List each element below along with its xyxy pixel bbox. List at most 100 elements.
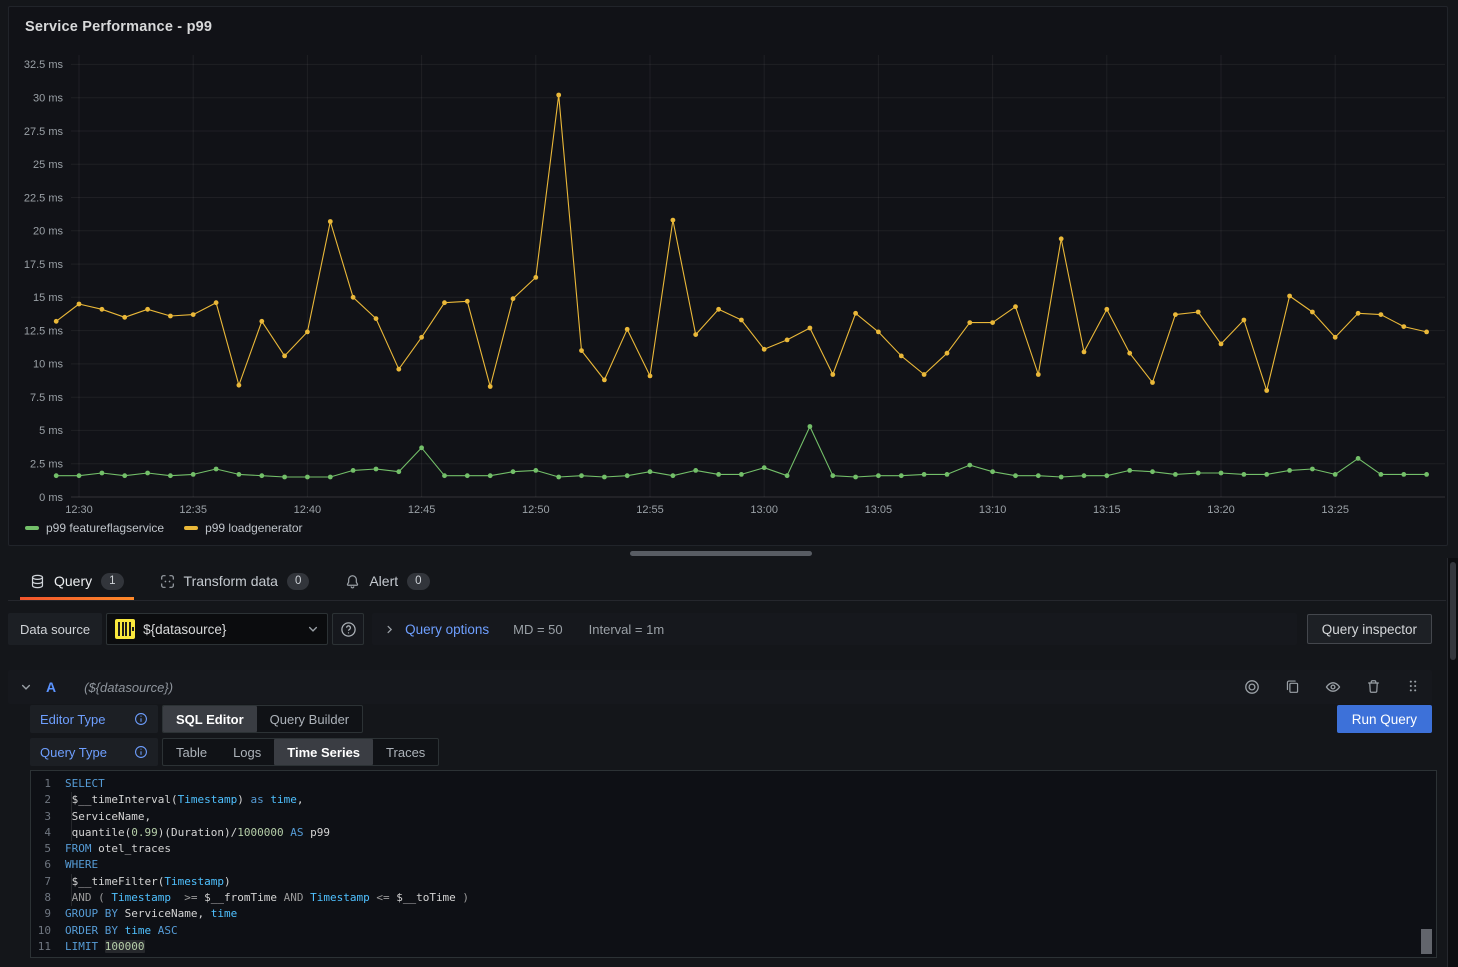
line-number: 8 <box>31 890 65 906</box>
horizontal-scrollbar-thumb[interactable] <box>630 551 812 556</box>
timeseries-chart[interactable]: 0 ms2.5 ms5 ms7.5 ms10 ms12.5 ms15 ms17.… <box>9 41 1449 519</box>
svg-text:22.5 ms: 22.5 ms <box>24 192 64 204</box>
code-line: 4 quantile(0.99)(Duration)/1000000 AS p9… <box>31 825 1436 841</box>
svg-text:13:00: 13:00 <box>750 504 778 516</box>
clickhouse-logo-icon <box>115 619 135 639</box>
tab-count-badge: 0 <box>287 573 309 590</box>
svg-text:30 ms: 30 ms <box>33 93 63 105</box>
query-option-summary-item: MD = 50 <box>513 622 563 637</box>
transform-icon <box>160 574 175 589</box>
tab-label: Query <box>54 573 92 589</box>
code-line: 5FROM otel_traces <box>31 841 1436 857</box>
line-number: 1 <box>31 776 65 792</box>
datasource-row: Data source ${datasource} Query options … <box>8 613 1432 645</box>
svg-text:12:35: 12:35 <box>179 504 207 516</box>
code-line: 10ORDER BY time ASC <box>31 923 1436 939</box>
code-line: 11LIMIT 100000 <box>31 939 1436 955</box>
svg-text:25 ms: 25 ms <box>33 159 63 171</box>
tab-alert[interactable]: Alert 0 <box>335 562 439 600</box>
panel-title: Service Performance - p99 <box>25 19 212 35</box>
editor-type-option-query-builder[interactable]: Query Builder <box>257 706 362 732</box>
chevron-down-icon[interactable] <box>20 681 32 693</box>
tabs-bar: Query 1 Transform data 0 Alert 0 <box>8 562 1446 601</box>
run-query-button[interactable]: Run Query <box>1337 705 1432 733</box>
query-type-row: Query Type TableLogsTime SeriesTraces <box>30 738 439 766</box>
query-type-option-table[interactable]: Table <box>163 739 220 765</box>
code-line: 7 $__timeFilter(Timestamp) <box>31 874 1436 890</box>
copy-icon[interactable] <box>1285 679 1300 695</box>
svg-text:2.5 ms: 2.5 ms <box>30 459 64 471</box>
tab-label: Alert <box>369 573 398 589</box>
svg-text:15 ms: 15 ms <box>33 292 63 304</box>
line-number: 2 <box>31 792 65 808</box>
svg-text:12:55: 12:55 <box>636 504 664 516</box>
svg-text:32.5 ms: 32.5 ms <box>24 59 64 71</box>
line-number: 10 <box>31 923 65 939</box>
svg-text:10 ms: 10 ms <box>33 359 63 371</box>
svg-text:12:40: 12:40 <box>294 504 322 516</box>
tab-query[interactable]: Query 1 <box>20 562 134 600</box>
editor-type-group: SQL EditorQuery Builder <box>162 705 363 733</box>
trash-icon[interactable] <box>1366 679 1381 695</box>
query-ref-id[interactable]: A <box>46 679 56 695</box>
line-number: 5 <box>31 841 65 857</box>
bell-icon <box>345 574 360 589</box>
code-line: 2 $__timeInterval(Timestamp) as time, <box>31 792 1436 808</box>
editor-type-label: Editor Type <box>30 705 158 733</box>
legend-item[interactable]: p99 featureflagservice <box>25 521 164 535</box>
code-line: 6WHERE <box>31 857 1436 873</box>
code-line: 8 AND ( Timestamp >= $__fromTime AND Tim… <box>31 890 1436 906</box>
legend-series-swatch <box>184 526 198 530</box>
chevron-right-icon[interactable] <box>384 624 395 635</box>
query-type-option-traces[interactable]: Traces <box>373 739 438 765</box>
chart-legend: p99 featureflagservice p99 loadgenerator <box>25 521 303 535</box>
eye-icon[interactable] <box>1325 679 1341 695</box>
line-number: 7 <box>31 874 65 890</box>
chevron-down-icon <box>307 623 319 635</box>
query-datasource-hint: (${datasource}) <box>84 680 173 695</box>
legend-series-label: p99 loadgenerator <box>205 521 302 535</box>
legend-series-swatch <box>25 526 39 530</box>
editor-type-option-sql-editor[interactable]: SQL Editor <box>163 706 257 732</box>
datasource-help-button[interactable] <box>332 613 364 645</box>
query-actions <box>1244 679 1420 695</box>
query-options-strip: Query options MD = 50 Interval = 1m <box>372 613 1297 645</box>
info-circle-icon[interactable] <box>134 745 148 759</box>
query-type-option-logs[interactable]: Logs <box>220 739 274 765</box>
vertical-scrollbar[interactable] <box>1447 558 1458 967</box>
line-number: 11 <box>31 939 65 955</box>
question-circle-icon <box>340 621 357 638</box>
query-options-toggle[interactable]: Query options <box>405 622 489 637</box>
svg-text:5 ms: 5 ms <box>39 425 63 437</box>
query-type-option-time-series[interactable]: Time Series <box>274 739 373 765</box>
database-icon <box>30 574 45 589</box>
svg-text:13:05: 13:05 <box>865 504 893 516</box>
legend-item[interactable]: p99 loadgenerator <box>184 521 302 535</box>
line-number: 4 <box>31 825 65 841</box>
query-inspector-button[interactable]: Query inspector <box>1307 614 1432 644</box>
info-circle-icon[interactable] <box>134 712 148 726</box>
editor-scrollbar-thumb[interactable] <box>1421 929 1432 954</box>
svg-text:12.5 ms: 12.5 ms <box>24 325 64 337</box>
query-row-header[interactable]: A (${datasource}) <box>8 670 1432 704</box>
tab-count-badge: 0 <box>407 573 429 590</box>
tab-label: Transform data <box>184 573 278 589</box>
vertical-scrollbar-thumb[interactable] <box>1450 562 1456 660</box>
query-type-group: TableLogsTime SeriesTraces <box>162 738 439 766</box>
query-type-label: Query Type <box>30 738 158 766</box>
legend-series-label: p99 featureflagservice <box>46 521 164 535</box>
datasource-label: Data source <box>8 613 102 645</box>
svg-text:0 ms: 0 ms <box>39 492 63 504</box>
datasource-picker-value: ${datasource} <box>143 622 299 637</box>
line-number: 3 <box>31 809 65 825</box>
code-line: 1SELECT <box>31 776 1436 792</box>
record-circle-icon[interactable] <box>1244 679 1260 695</box>
tab-count-badge: 1 <box>101 573 123 590</box>
query-option-summary-item: Interval = 1m <box>589 622 665 637</box>
datasource-picker[interactable]: ${datasource} <box>106 613 328 645</box>
timeseries-panel[interactable]: Service Performance - p99 0 ms 2.5 ms 5 ms… <box>8 6 1448 546</box>
grip-icon[interactable] <box>1406 679 1420 695</box>
sql-code-editor[interactable]: 1SELECT2 $__timeInterval(Timestamp) as t… <box>30 770 1437 958</box>
line-number: 6 <box>31 857 65 873</box>
tab-transform-data[interactable]: Transform data 0 <box>150 562 320 600</box>
